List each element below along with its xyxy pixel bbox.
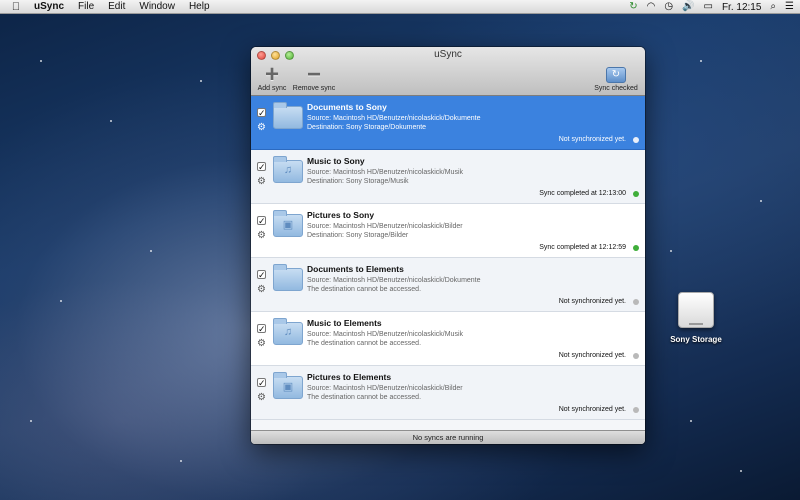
sync-source: Source: Macintosh HD/Benutzer/nicolaskic… [307, 115, 481, 122]
sync-name: Documents to Sony [307, 102, 387, 112]
music-note-icon: ♫ [283, 326, 293, 338]
menu-help[interactable]: Help [189, 1, 210, 12]
notification-center-icon[interactable]: ☰ [785, 0, 794, 14]
sync-row[interactable]: ✓ ⚙ ♫ Music to Elements Source: Macintos… [251, 312, 645, 366]
sync-name: Pictures to Sony [307, 210, 375, 220]
sync-destination: The destination cannot be accessed. [307, 394, 422, 401]
time-machine-icon[interactable]: ◷ [664, 0, 673, 14]
sync-destination: Destination: Sony Storage/Bilder [307, 232, 409, 239]
sync-source: Source: Macintosh HD/Benutzer/nicolaskic… [307, 331, 464, 338]
sync-source: Source: Macintosh HD/Benutzer/nicolaskic… [307, 277, 481, 284]
picture-icon: ▣ [282, 219, 294, 231]
spotlight-search-icon[interactable]: ⌕ [770, 0, 776, 14]
desktop-drive[interactable]: Sony Storage [664, 292, 728, 344]
sync-row[interactable]: ✓ ⚙ Documents to Sony Source: Macintosh … [251, 96, 645, 150]
pictures-folder-icon: ▣ [273, 210, 303, 237]
status-indicator-icon [633, 245, 639, 251]
gear-icon[interactable]: ⚙ [257, 284, 266, 295]
sync-destination: Destination: Sony Storage/Dokumente [307, 124, 427, 131]
gear-icon[interactable]: ⚙ [257, 338, 266, 349]
menu-window[interactable]: Window [139, 1, 175, 12]
sync-source: Source: Macintosh HD/Benutzer/nicolaskic… [307, 385, 463, 392]
sync-row[interactable]: ✓ ⚙ ♫ Music to Sony Source: Macintosh HD… [251, 150, 645, 204]
add-sync-button[interactable]: + Add sync [255, 61, 289, 93]
status-indicator-icon [633, 137, 639, 143]
sync-checkbox[interactable]: ✓ [257, 270, 266, 280]
plus-icon: + [264, 61, 279, 88]
status-indicator-icon [633, 299, 639, 305]
menu-extras: ↻ ◠ ◷ 🔊 ▭ Fr. 12:15 ⌕ ☰ [629, 0, 794, 14]
sync-name: Music to Elements [307, 318, 382, 328]
sync-name: Music to Sony [307, 156, 365, 166]
status-indicator-icon [633, 407, 639, 413]
usync-window: uSync + Add sync − Remove sync ↻ Sync ch… [251, 47, 645, 444]
sync-status: Not synchronized yet. [558, 406, 626, 413]
remove-sync-button[interactable]: − Remove sync [291, 61, 337, 93]
menu-clock[interactable]: Fr. 12:15 [722, 2, 761, 13]
sync-source: Source: Macintosh HD/Benutzer/nicolaskic… [307, 223, 463, 230]
sync-name: Documents to Elements [307, 264, 404, 274]
sync-checkbox[interactable]: ✓ [257, 216, 266, 226]
window-toolbar: uSync + Add sync − Remove sync ↻ Sync ch… [251, 47, 645, 96]
external-drive-icon[interactable] [678, 292, 714, 328]
gear-icon[interactable]: ⚙ [257, 122, 266, 133]
sync-folder-icon: ↻ [606, 67, 626, 83]
folder-icon [273, 264, 303, 291]
gear-icon[interactable]: ⚙ [257, 176, 266, 187]
sync-destination: Destination: Sony Storage/Musik [307, 178, 409, 185]
music-note-icon: ♫ [283, 164, 293, 176]
picture-icon: ▣ [282, 381, 294, 393]
usync-status-icon[interactable]: ↻ [629, 0, 637, 14]
sync-checked-button[interactable]: ↻ Sync checked [591, 65, 641, 92]
sync-status: Not synchronized yet. [558, 352, 626, 359]
menu-bar:  uSync File Edit Window Help ↻ ◠ ◷ 🔊 ▭ … [0, 0, 800, 14]
battery-icon[interactable]: ▭ [704, 0, 713, 14]
pictures-folder-icon: ▣ [273, 372, 303, 399]
sync-status: Not synchronized yet. [558, 298, 626, 305]
apple-icon[interactable]:  [8, 1, 24, 13]
sync-checkbox[interactable]: ✓ [257, 108, 266, 118]
sync-row[interactable]: ✓ ⚙ ▣ Pictures to Elements Source: Macin… [251, 366, 645, 420]
sync-destination: The destination cannot be accessed. [307, 286, 422, 293]
sync-status: Sync completed at 12:12:59 [539, 244, 626, 251]
sync-checked-label: Sync checked [594, 85, 638, 92]
sync-name: Pictures to Elements [307, 372, 392, 382]
sync-status: Sync completed at 12:13:00 [539, 190, 626, 197]
sync-checkbox[interactable]: ✓ [257, 378, 266, 388]
drive-label[interactable]: Sony Storage [664, 335, 728, 344]
gear-icon[interactable]: ⚙ [257, 230, 266, 241]
status-indicator-icon [633, 191, 639, 197]
sync-row[interactable]: ✓ ⚙ Documents to Elements Source: Macint… [251, 258, 645, 312]
music-folder-icon: ♫ [273, 156, 303, 183]
remove-sync-label: Remove sync [292, 85, 336, 92]
sync-source: Source: Macintosh HD/Benutzer/nicolaskic… [307, 169, 464, 176]
gear-icon[interactable]: ⚙ [257, 392, 266, 403]
wifi-icon[interactable]: ◠ [647, 0, 656, 14]
status-bar: No syncs are running [251, 430, 645, 444]
window-title: uSync [434, 49, 462, 60]
menu-file[interactable]: File [78, 1, 94, 12]
sync-status: Not synchronized yet. [558, 136, 626, 143]
status-indicator-icon [633, 353, 639, 359]
volume-icon[interactable]: 🔊 [682, 0, 694, 14]
menu-app-name[interactable]: uSync [34, 1, 64, 12]
add-sync-label: Add sync [257, 85, 287, 92]
sync-checkbox[interactable]: ✓ [257, 162, 266, 172]
sync-checkbox[interactable]: ✓ [257, 324, 266, 334]
sync-row[interactable]: ✓ ⚙ ▣ Pictures to Sony Source: Macintosh… [251, 204, 645, 258]
music-folder-icon: ♫ [273, 318, 303, 345]
menu-edit[interactable]: Edit [108, 1, 125, 12]
folder-icon [273, 102, 303, 129]
minus-icon: − [306, 61, 321, 88]
sync-list: ✓ ⚙ Documents to Sony Source: Macintosh … [251, 96, 645, 430]
sync-destination: The destination cannot be accessed. [307, 340, 422, 347]
